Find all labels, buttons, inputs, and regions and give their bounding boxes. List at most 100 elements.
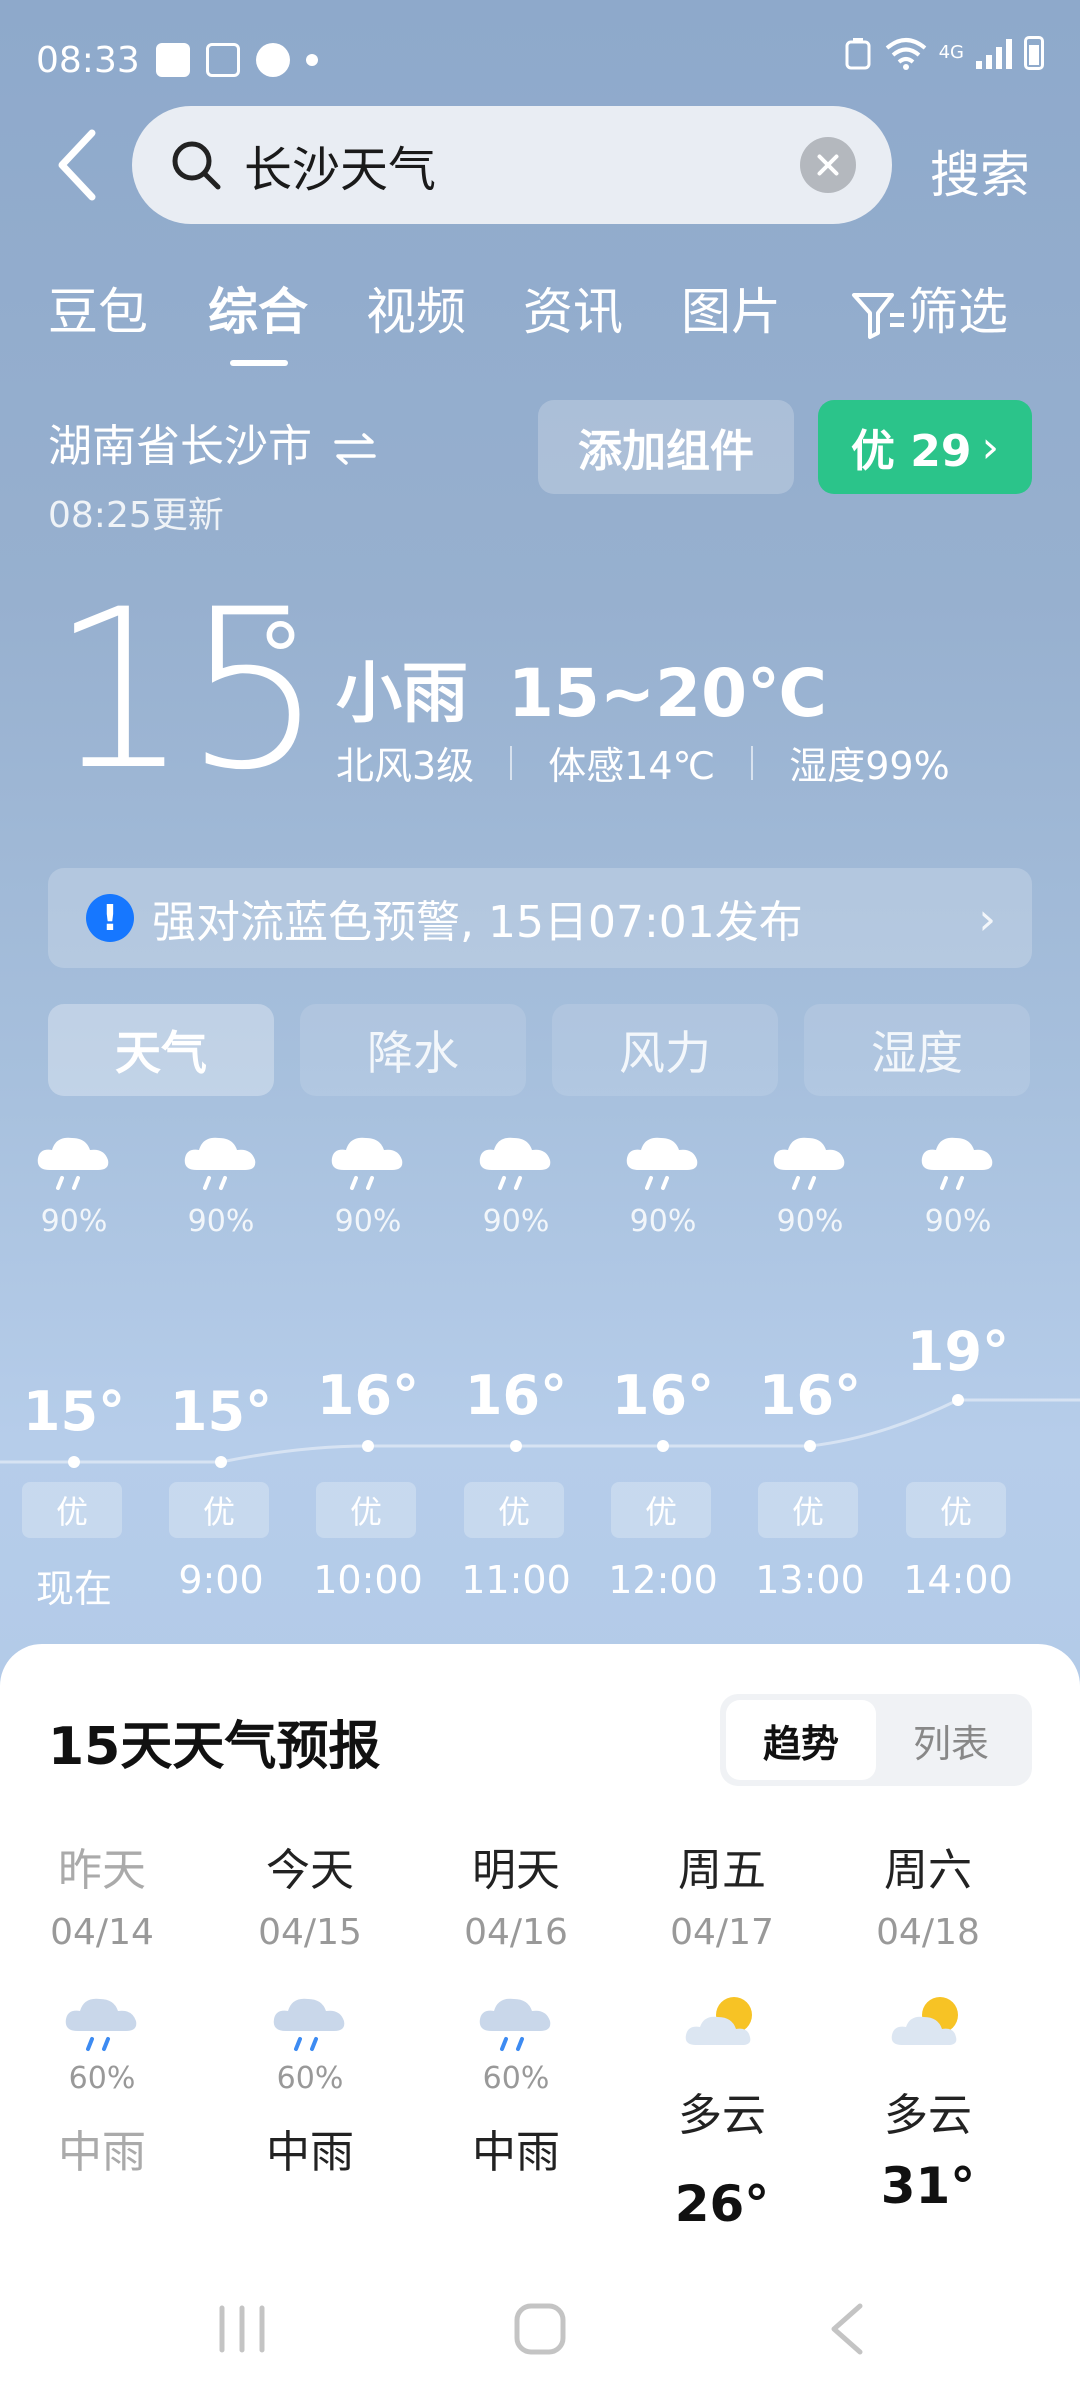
feels-like: 体感14℃	[548, 744, 716, 788]
aqi-tag: 优	[169, 1482, 269, 1538]
partly-cloudy-icon	[685, 1997, 752, 2045]
rain-probability: 90%	[629, 1204, 697, 1239]
rain-cloud-icon	[65, 1998, 137, 2051]
network-type: 4G	[938, 42, 964, 63]
location[interactable]: 湖南省长沙市	[48, 410, 376, 474]
app-notification-icon	[155, 43, 190, 77]
status-bar: 08:33	[36, 32, 318, 88]
day-name: 周五	[678, 1845, 766, 1896]
hour-item: 90% 16° 优 10:00	[294, 1130, 442, 1602]
rain-cloud-icon	[626, 1137, 698, 1190]
forecast-title: 15天天气预报	[48, 1717, 381, 1777]
tab-doubao[interactable]: 豆包	[48, 272, 148, 344]
rain-cloud-icon	[479, 1998, 551, 2051]
rain-probability: 90%	[187, 1204, 255, 1239]
rain-probability: 90%	[776, 1204, 844, 1239]
recent-apps-icon[interactable]	[214, 2302, 270, 2356]
day-name: 昨天	[58, 1845, 146, 1896]
rain-probability: 90%	[334, 1204, 402, 1239]
aqi-tag: 优	[316, 1482, 416, 1538]
hour-time: 现在	[35, 1567, 112, 1611]
forecast-day[interactable]: 今天 04/15 60% 中雨	[220, 1834, 400, 2180]
rain-cloud-icon	[479, 1137, 551, 1190]
aqi-tag: 优	[22, 1482, 122, 1538]
tab-news[interactable]: 资讯	[523, 272, 623, 344]
segment-humidity[interactable]: 湿度	[804, 1004, 1030, 1096]
forecast-day[interactable]: 明天 04/16 60% 中雨	[426, 1834, 606, 2180]
hour-time: 13:00	[755, 1558, 865, 1602]
back-icon[interactable]	[820, 2302, 876, 2356]
day-date: 04/17	[670, 1912, 774, 1953]
data-saver-icon	[845, 38, 871, 70]
segment-wind[interactable]: 风力	[552, 1004, 778, 1096]
hour-item: 90% 16° 优 12:00	[589, 1130, 737, 1602]
tab-images[interactable]: 图片	[681, 272, 781, 344]
forecast-day[interactable]: 昨天 04/14 60% 中雨	[12, 1834, 192, 2180]
switch-location-icon	[334, 433, 376, 465]
hour-time: 11:00	[461, 1558, 571, 1602]
rain-probability: 90%	[40, 1204, 108, 1239]
active-tab-indicator	[230, 360, 288, 366]
forecast-day[interactable]: 周五 04/17 多云 26°	[632, 1834, 812, 2233]
hour-time: 10:00	[313, 1558, 423, 1602]
hour-temperature: 15°	[22, 1380, 126, 1443]
system-nav-bar	[0, 2256, 1080, 2400]
day-high-temp: 26°	[674, 2175, 770, 2233]
status-bar-right: 4G	[843, 36, 1044, 70]
search-input[interactable]: 长沙天气	[132, 106, 892, 224]
hour-time: 12:00	[608, 1558, 718, 1602]
day-probability: 60%	[276, 2061, 344, 2096]
day-high-temp: 31°	[880, 2157, 976, 2215]
segment-weather[interactable]: 天气	[48, 1004, 274, 1096]
day-date: 04/18	[876, 1912, 980, 1953]
hour-temperature: 16°	[611, 1364, 715, 1427]
add-widget-button[interactable]: 添加组件	[538, 400, 794, 494]
rain-cloud-icon	[921, 1137, 993, 1190]
day-date: 04/16	[464, 1912, 568, 1953]
day-name: 周六	[884, 1845, 972, 1896]
toggle-list[interactable]: 列表	[876, 1700, 1026, 1780]
humidity: 湿度99%	[789, 744, 950, 788]
divider	[751, 745, 754, 780]
hour-item: 90% 16° 优 11:00	[442, 1130, 590, 1602]
temp-range: 15~20℃	[508, 655, 827, 732]
home-icon[interactable]	[512, 2302, 568, 2356]
clear-search-icon[interactable]	[800, 137, 856, 193]
aqi-tag: 优	[906, 1482, 1006, 1538]
hourly-forecast[interactable]: 90% 15° 优 现在 90% 15° 优 9:00 90% 16° 优 10…	[0, 1130, 1080, 1611]
hour-item: 90% 15° 优 现在	[0, 1130, 148, 1611]
aqi-badge[interactable]: 优 29 ›	[818, 400, 1032, 494]
hour-time: 9:00	[178, 1558, 264, 1602]
day-name: 今天	[266, 1845, 354, 1896]
rain-probability: 90%	[924, 1204, 992, 1239]
account-icon	[255, 43, 290, 77]
toggle-trend[interactable]: 趋势	[726, 1700, 876, 1780]
hour-temperature: 16°	[464, 1364, 568, 1427]
day-probability: 60%	[482, 2061, 550, 2096]
back-arrow-icon[interactable]	[48, 125, 108, 205]
search-button[interactable]: 搜索	[930, 135, 1030, 207]
hour-item: 90% 15° 优 9:00	[147, 1130, 295, 1602]
hour-temperature: 16°	[758, 1364, 862, 1427]
battery-icon	[1024, 36, 1044, 70]
weather-warning-banner[interactable]: ! 强对流蓝色预警, 15日07:01发布 ›	[48, 868, 1032, 968]
rain-probability: 90%	[482, 1204, 550, 1239]
chevron-right-icon: ›	[978, 894, 996, 945]
day-condition: 中雨	[472, 2127, 560, 2178]
more-notifications-dot	[305, 54, 318, 66]
wind: 北风3级	[336, 744, 475, 788]
signal-icon	[976, 37, 1012, 69]
rain-cloud-icon	[184, 1137, 256, 1190]
voicemail-icon	[205, 43, 240, 77]
tab-comprehensive[interactable]: 综合	[208, 272, 308, 344]
condition-text: 小雨	[336, 655, 468, 732]
segment-precipitation[interactable]: 降水	[300, 1004, 526, 1096]
hour-item: 90% 19° 优 14:00	[884, 1130, 1032, 1602]
tab-filter[interactable]: 筛选	[850, 272, 1008, 344]
search-query[interactable]: 长沙天气	[244, 130, 800, 200]
tab-video[interactable]: 视频	[366, 272, 466, 344]
rain-cloud-icon	[773, 1137, 845, 1190]
rain-cloud-icon	[273, 1998, 345, 2051]
partly-cloudy-icon	[891, 1997, 958, 2045]
forecast-day[interactable]: 周六 04/18 多云 31°	[838, 1834, 1018, 2215]
